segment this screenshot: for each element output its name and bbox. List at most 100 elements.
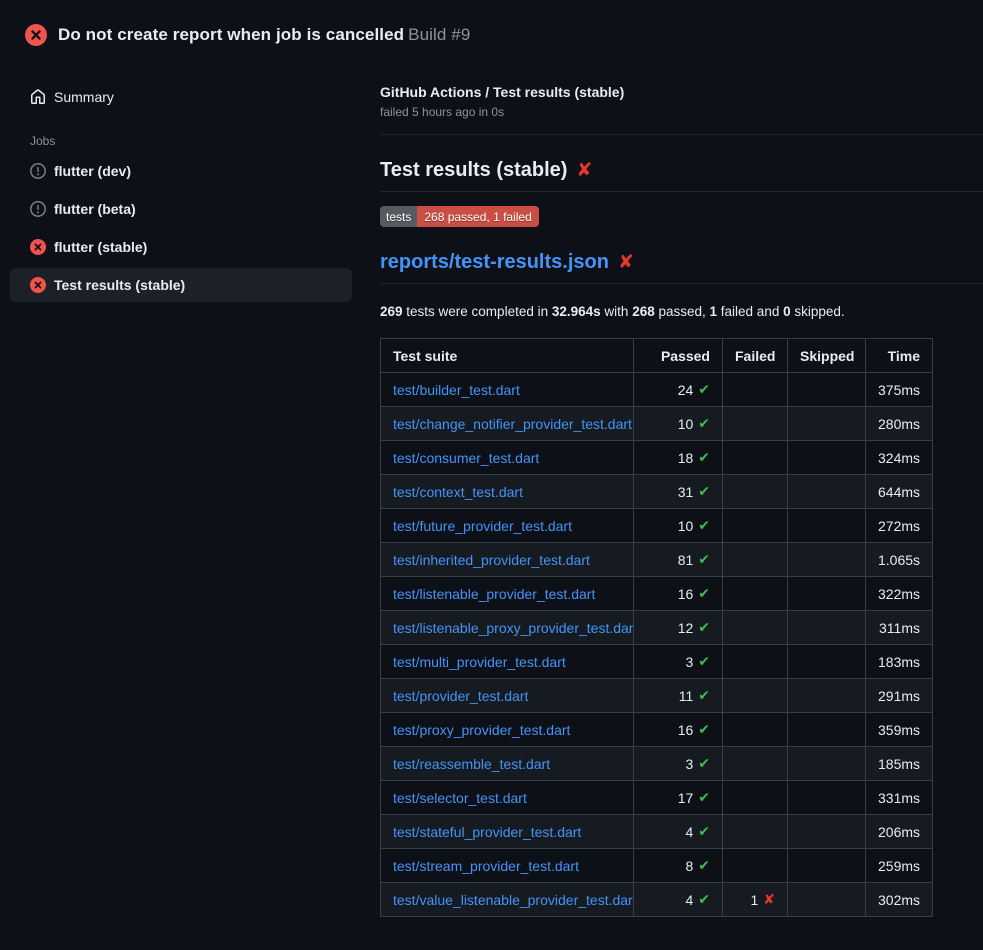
suite-cell: test/stream_provider_test.dart [381,849,634,883]
suite-link[interactable]: test/selector_test.dart [393,790,527,806]
sidebar-summary-label: Summary [54,89,114,105]
skipped-cell [788,645,866,679]
time-cell: 183ms [866,645,933,679]
suite-link[interactable]: test/proxy_provider_test.dart [393,722,570,738]
table-row: test/selector_test.dart17✔331ms [381,781,933,815]
check-icon: ✔ [698,451,710,465]
skipped-cell [788,373,866,407]
suite-link[interactable]: test/value_listenable_provider_test.dart [393,892,634,908]
table-row: test/value_listenable_provider_test.dart… [381,883,933,917]
passed-cell: 17✔ [634,781,723,815]
run-meta-text: failed 5 hours ago in 0s [380,105,983,119]
badge-value: 268 passed, 1 failed [417,206,538,227]
failed-icon [30,277,46,293]
report-heading: reports/test-results.json ✘ [380,251,983,284]
run-header: Do not create report when job is cancell… [0,0,983,54]
passed-cell: 16 ✔ [634,713,723,747]
section-heading: Test results (stable) ✘ [380,159,983,192]
suite-cell: test/consumer_test.dart [381,441,634,475]
tests-badge: tests 268 passed, 1 failed [380,206,539,227]
failed-cell [723,781,788,815]
check-icon: ✔ [698,859,710,873]
passed-cell: 10✔ [634,509,723,543]
count-value: 17 [678,790,694,806]
count-value: 4 [685,824,693,840]
cross-icon: ✘ [763,893,775,907]
table-row: test/stateful_provider_test.dart4✔206ms [381,815,933,849]
count-value: 12 [678,620,694,636]
check-icon: ✔ [698,587,710,601]
sidebar-item-test-results-stable[interactable]: Test results (stable) [10,268,352,302]
failed-cell [723,713,788,747]
suite-link[interactable]: test/builder_test.dart [393,382,520,398]
count-value: 24 [678,382,694,398]
suite-link[interactable]: test/future_provider_test.dart [393,518,572,534]
time-cell: 259ms [866,849,933,883]
run-title-line: Do not create report when job is cancell… [58,25,470,45]
count-value: 18 [678,450,694,466]
time-cell: 644ms [866,475,933,509]
passed-cell: 18 ✔ [634,441,723,475]
suite-cell: test/proxy_provider_test.dart [381,713,634,747]
suite-link[interactable]: test/consumer_test.dart [393,450,539,466]
time-cell: 291ms [866,679,933,713]
sidebar-item-summary[interactable]: Summary [10,80,352,114]
count-value: 16 [678,722,694,738]
suite-link[interactable]: test/listenable_proxy_provider_test.dart [393,620,634,636]
suite-link[interactable]: test/listenable_provider_test.dart [393,586,595,602]
check-icon: ✔ [698,723,710,737]
passed-cell: 4✔ [634,883,723,917]
sidebar-item-flutter-beta[interactable]: flutter (beta) [10,192,352,226]
failed-cell [723,543,788,577]
column-header-skipped: Skipped [788,339,866,373]
suite-link[interactable]: test/stream_provider_test.dart [393,858,579,874]
summary-segment: with [601,304,633,319]
count-value: 10 [678,518,694,534]
suite-link[interactable]: test/multi_provider_test.dart [393,654,566,670]
main-panel: GitHub Actions / Test results (stable) f… [380,54,983,917]
table-row: test/listenable_provider_test.dart16✔322… [381,577,933,611]
summary-segment: failed and [717,304,783,319]
count-value: 8 [685,858,693,874]
failed-cell [723,577,788,611]
skipped-cell [788,747,866,781]
suite-link[interactable]: test/stateful_provider_test.dart [393,824,581,840]
suite-link[interactable]: test/context_test.dart [393,484,523,500]
suite-cell: test/inherited_provider_test.dart [381,543,634,577]
suite-link[interactable]: test/provider_test.dart [393,688,528,704]
passed-cell: 11 ✔ [634,679,723,713]
time-cell: 185ms [866,747,933,781]
failed-x-icon: ✘ [618,253,634,272]
time-cell: 280ms [866,407,933,441]
check-icon: ✔ [698,689,710,703]
sidebar-item-label: Test results (stable) [54,277,185,293]
table-row: test/reassemble_test.dart 3✔ 185ms [381,747,933,781]
suite-cell: test/stateful_provider_test.dart [381,815,634,849]
time-cell: 311ms [866,611,933,645]
time-cell: 1.065s [866,543,933,577]
failed-cell [723,611,788,645]
suite-cell: test/future_provider_test.dart [381,509,634,543]
failed-cell [723,645,788,679]
passed-cell: 3✔ [634,747,723,781]
suite-link[interactable]: test/reassemble_test.dart [393,756,550,772]
run-title: Do not create report when job is cancell… [58,25,404,44]
suite-link[interactable]: test/inherited_provider_test.dart [393,552,590,568]
table-header-row: Test suitePassedFailedSkippedTime [381,339,933,373]
suite-cell: test/context_test.dart [381,475,634,509]
sidebar-item-flutter-dev[interactable]: flutter (dev) [10,154,352,188]
count-value: 1 [750,892,758,908]
jobs-list: flutter (dev) flutter (beta) flutter (st… [10,154,352,302]
table-row: test/consumer_test.dart18✔324ms [381,441,933,475]
table-row: test/builder_test.dart24✔375ms [381,373,933,407]
report-file-link[interactable]: reports/test-results.json [380,251,609,274]
check-icon: ✔ [698,485,710,499]
failed-cell [723,679,788,713]
sidebar-item-flutter-stable[interactable]: flutter (stable) [10,230,352,264]
count-value: 11 [679,688,694,704]
passed-cell: 3✔ [634,645,723,679]
time-cell: 322ms [866,577,933,611]
table-row: test/provider_test.dart 11 ✔ 291ms [381,679,933,713]
suite-link[interactable]: test/change_notifier_provider_test.dart [393,416,632,432]
failed-cell [723,815,788,849]
